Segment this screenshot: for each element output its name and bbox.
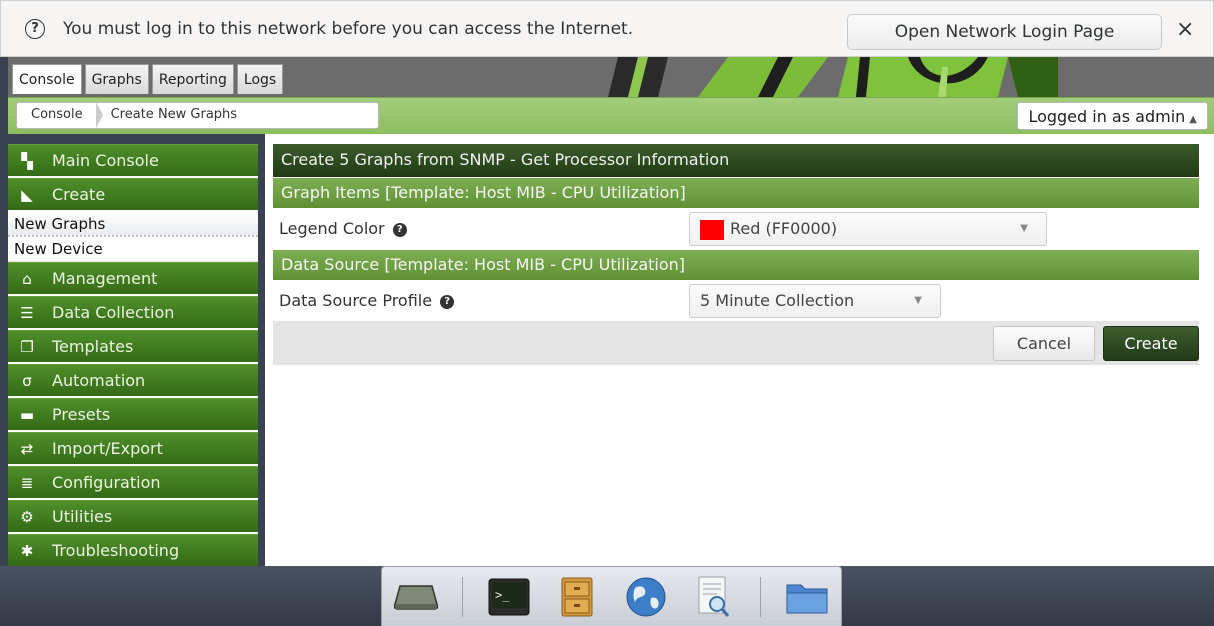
sliders-icon: ≣ xyxy=(20,473,34,492)
sidebar-item-label: Presets xyxy=(52,405,111,424)
close-icon[interactable]: × xyxy=(1176,17,1194,42)
sidebar: ▚ Main Console ◣ Create New Graphs New Dev… xyxy=(8,144,258,566)
sidebar-item-automation[interactable]: σ Automation xyxy=(8,364,258,396)
legend-color-select[interactable]: Red (FF0000) ▼ xyxy=(689,212,1047,246)
sidebar-item-label: Troubleshooting xyxy=(52,541,180,560)
folder-icon[interactable] xyxy=(785,575,829,619)
sidebar-item-import-export[interactable]: ⇄ Import/Export xyxy=(8,432,258,464)
help-icon[interactable]: ? xyxy=(440,294,455,309)
sidebar-subitem-new-graphs[interactable]: New Graphs xyxy=(8,212,258,237)
data-source-profile-value: 5 Minute Collection xyxy=(700,291,855,310)
legend-color-row: Legend Color ? Red (FF0000) ▼ xyxy=(273,210,1199,248)
sidebar-item-label: Import/Export xyxy=(52,439,163,458)
sidebar-item-label: Utilities xyxy=(52,507,113,526)
tab-graphs-label: Graphs xyxy=(91,72,142,88)
create-button[interactable]: Create xyxy=(1103,326,1199,361)
legend-color-label: Legend Color xyxy=(279,219,385,238)
data-source-header: Data Source [Template: Host MIB - CPU Ut… xyxy=(273,250,1199,280)
caret-up-icon: ▲ xyxy=(1189,114,1197,125)
archive-icon: ▬ xyxy=(19,405,35,424)
sidebar-item-label: Configuration xyxy=(52,473,161,492)
templates-icon: ❐ xyxy=(20,337,34,356)
sidebar-item-presets[interactable]: ▬ Presets xyxy=(8,398,258,430)
sidebar-item-templates[interactable]: ❐ Templates xyxy=(8,330,258,362)
dock: >_ xyxy=(381,566,842,626)
breadcrumb-console[interactable]: Console xyxy=(17,102,103,129)
chart-icon: ◣ xyxy=(21,185,33,204)
document-search-icon[interactable] xyxy=(692,575,736,619)
tab-bar: Console Graphs Reporting Logs xyxy=(12,64,284,94)
automation-icon: σ xyxy=(22,371,32,390)
sidebar-item-data-collection[interactable]: ☰ Data Collection xyxy=(8,296,258,328)
cogs-icon: ⚙ xyxy=(20,507,34,526)
action-row: Cancel Create xyxy=(273,321,1199,365)
bug-icon: ✱ xyxy=(20,541,34,560)
globe-icon[interactable] xyxy=(624,575,668,619)
sidebar-item-configuration[interactable]: ≣ Configuration xyxy=(8,466,258,498)
cancel-button[interactable]: Cancel xyxy=(993,326,1095,361)
exchange-icon: ⇄ xyxy=(20,439,34,458)
sidebar-item-utilities[interactable]: ⚙ Utilities xyxy=(8,500,258,532)
sidebar-item-label: Automation xyxy=(52,371,146,390)
data-source-profile-select[interactable]: 5 Minute Collection ▼ xyxy=(689,284,941,318)
chevron-down-icon: ▼ xyxy=(1020,223,1028,234)
svg-text:>_: >_ xyxy=(495,588,510,602)
tab-logs-label: Logs xyxy=(243,72,277,88)
file-cabinet-icon[interactable] xyxy=(555,575,599,619)
legend-color-value: Red (FF0000) xyxy=(730,219,838,238)
red-color-swatch xyxy=(700,219,724,240)
sidebar-item-main-console[interactable]: ▚ Main Console xyxy=(8,144,258,176)
user-menu-button[interactable]: Logged in as admin ▲ xyxy=(1017,102,1208,130)
map-icon: ▚ xyxy=(21,151,33,170)
sidebar-item-label: Data Collection xyxy=(52,303,175,322)
tab-reporting-label: Reporting xyxy=(158,72,227,88)
graph-items-header: Graph Items [Template: Host MIB - CPU Ut… xyxy=(273,178,1199,208)
data-source-profile-row: Data Source Profile ? 5 Minute Collectio… xyxy=(273,282,1199,320)
dock-separator xyxy=(759,576,761,617)
app-header: Console Graphs Reporting Logs Console Cr… xyxy=(8,57,1214,134)
help-icon[interactable]: ? xyxy=(392,222,407,237)
network-login-notification: ? You must log in to this network before… xyxy=(0,0,1214,57)
user-label: Logged in as admin xyxy=(1028,107,1186,126)
sidebar-item-create[interactable]: ◣ Create xyxy=(8,178,258,210)
question-icon: ? xyxy=(25,18,45,39)
database-icon: ☰ xyxy=(20,303,34,322)
breadcrumb-create-new-graphs[interactable]: Create New Graphs xyxy=(97,102,251,129)
tab-reporting[interactable]: Reporting xyxy=(151,64,234,94)
sidebar-item-troubleshooting[interactable]: ✱ Troubleshooting xyxy=(8,534,258,566)
sidebar-subitem-new-device[interactable]: New Device xyxy=(8,237,258,262)
tab-graphs[interactable]: Graphs xyxy=(84,64,149,94)
home-icon: ⌂ xyxy=(22,269,32,288)
sidebar-item-label: Create xyxy=(52,185,106,204)
data-source-profile-label-wrap: Data Source Profile ? xyxy=(279,291,455,310)
main-content: Create 5 Graphs from SNMP - Get Processo… xyxy=(265,134,1214,566)
legend-color-label-wrap: Legend Color ? xyxy=(279,219,407,238)
chevron-down-icon: ▼ xyxy=(914,295,922,306)
notification-message: You must log in to this network before y… xyxy=(63,18,634,39)
terminal-icon[interactable]: >_ xyxy=(487,575,531,619)
tab-console[interactable]: Console xyxy=(12,64,82,94)
data-source-profile-label: Data Source Profile xyxy=(279,291,433,310)
tab-logs[interactable]: Logs xyxy=(236,64,284,94)
cactus-logo xyxy=(608,57,1058,97)
sidebar-item-label: Main Console xyxy=(52,151,159,170)
sidebar-item-label: Management xyxy=(52,269,158,288)
drive-icon[interactable] xyxy=(394,575,439,619)
breadcrumb: Console Create New Graphs xyxy=(16,102,379,129)
page-title: Create 5 Graphs from SNMP - Get Processo… xyxy=(273,144,1199,177)
open-network-login-button[interactable]: Open Network Login Page xyxy=(847,14,1162,50)
breadcrumb-bar: Console Create New Graphs Logged in as a… xyxy=(8,97,1214,134)
sidebar-item-management[interactable]: ⌂ Management xyxy=(8,262,258,294)
tab-console-label: Console xyxy=(19,72,75,88)
sidebar-item-label: Templates xyxy=(52,337,134,356)
dock-separator xyxy=(462,576,464,617)
